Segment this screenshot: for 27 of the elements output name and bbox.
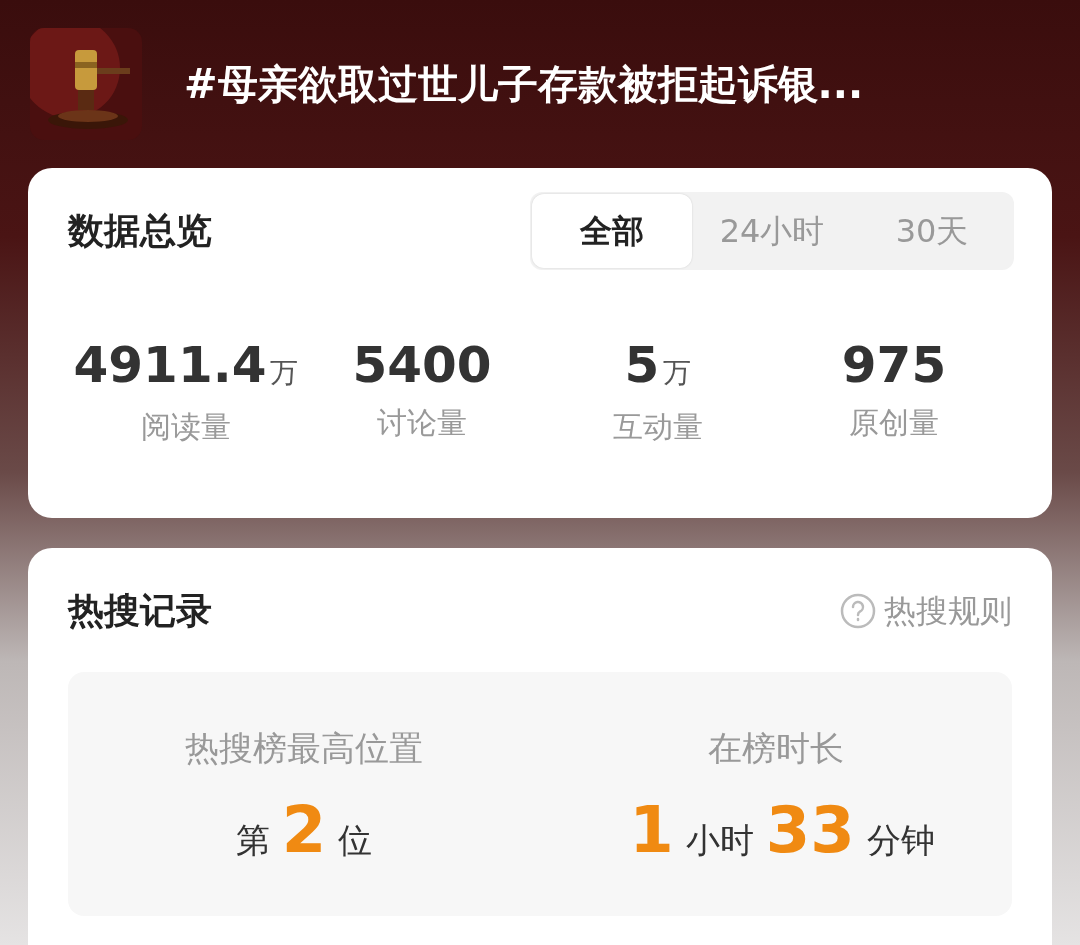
record-label: 热搜榜最高位置	[185, 726, 423, 770]
time-tab[interactable]: 24小时	[692, 194, 852, 268]
record-unit: 位	[338, 818, 373, 862]
stat-unit: 万	[663, 355, 692, 391]
stat-label: 阅读量	[141, 408, 231, 446]
record-number: 33	[765, 797, 855, 862]
record-unit: 小时	[685, 818, 754, 862]
record-unit: 分钟	[866, 818, 935, 862]
record-unit: 第	[235, 818, 270, 862]
stat-value: 5	[624, 340, 660, 390]
stat-value: 5400	[352, 340, 492, 390]
section-title: 数据总览	[68, 209, 212, 253]
record-number: 1	[629, 797, 674, 862]
record-number: 2	[281, 797, 327, 862]
rules-link[interactable]: 热搜规则	[840, 587, 1012, 635]
stat-label: 讨论量	[377, 404, 467, 442]
record-label: 在榜时长	[708, 726, 844, 770]
help-icon	[840, 593, 876, 629]
stat-label: 原创量	[849, 404, 939, 442]
stat-value: 975	[841, 340, 947, 390]
section-title: 热搜记录	[68, 589, 212, 633]
time-tab[interactable]: 全部	[532, 194, 692, 268]
topic-title: #母亲欲取过世儿子存款被拒起诉银...	[184, 60, 864, 109]
time-tab[interactable]: 30天	[852, 194, 1012, 268]
stat-value: 4911.4	[73, 340, 267, 390]
stat-unit: 万	[270, 355, 299, 391]
stat-label: 互动量	[613, 408, 703, 446]
